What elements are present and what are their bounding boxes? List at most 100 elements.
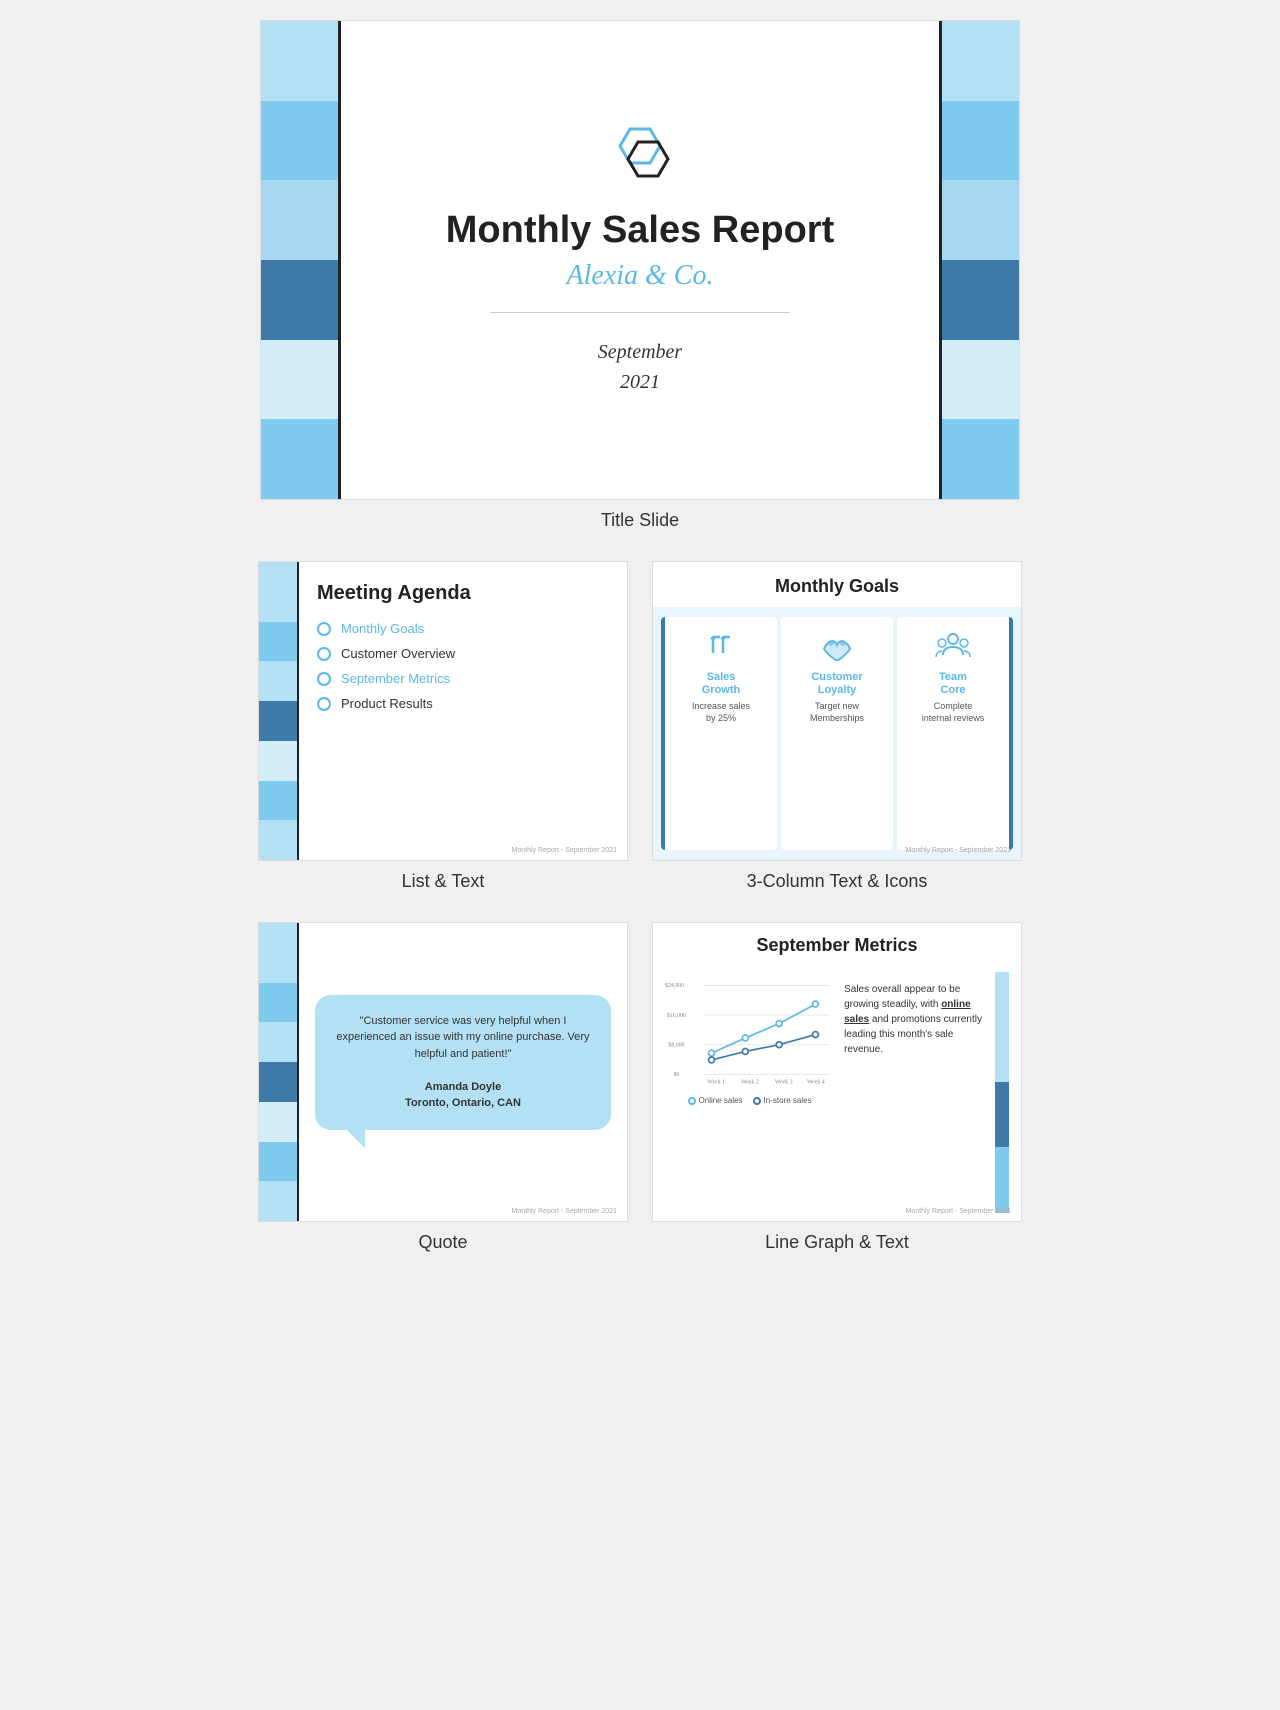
qs-block-7 (259, 1181, 297, 1221)
svg-text:Week 2: Week 2 (741, 1080, 759, 1086)
row-3: "Customer service was very helpful when … (258, 922, 1022, 1253)
agenda-circle-3 (317, 672, 331, 686)
strip-r-block-5 (942, 340, 1019, 420)
agenda-circle-2 (317, 647, 331, 661)
logo-icon (600, 124, 680, 189)
strip-block-3 (261, 180, 338, 260)
metrics-text-area: Sales overall appear to be growing stead… (844, 972, 985, 1213)
legend-instore: In-store sales (753, 1096, 812, 1105)
metrics-title: September Metrics (663, 935, 1011, 956)
date-line1: September (598, 341, 682, 363)
agenda-label: List & Text (402, 871, 485, 892)
goals-title: Monthly Goals (663, 576, 1011, 597)
svg-text:Week 4: Week 4 (807, 1080, 825, 1086)
strip-r-block-4 (942, 260, 1019, 340)
svg-text:$8,000: $8,000 (668, 1041, 684, 1048)
agenda-text-2: Customer Overview (341, 646, 455, 661)
legend-dot-instore (753, 1097, 761, 1105)
quote-label: Quote (418, 1232, 467, 1253)
agenda-text-4: Product Results (341, 696, 433, 711)
agenda-text-3: September Metrics (341, 671, 450, 686)
as-block-5 (259, 741, 297, 781)
agenda-item-2: Customer Overview (317, 646, 609, 661)
row-2: Meeting Agenda Monthly Goals Customer Ov… (258, 561, 1022, 892)
qs-block-1 (259, 923, 297, 983)
loyalty-desc: Target newMemberships (810, 701, 864, 724)
agenda-slide-wrapper: Meeting Agenda Monthly Goals Customer Ov… (258, 561, 628, 892)
agenda-title: Meeting Agenda (317, 582, 609, 605)
title-slide: Monthly Sales Report Alexia & Co. Septem… (260, 20, 1020, 500)
loyalty-name: CustomerLoyalty (811, 671, 862, 697)
svg-text:$0: $0 (673, 1071, 679, 1078)
quote-content: "Customer service was very helpful when … (299, 923, 627, 1221)
agenda-left-strip (259, 562, 299, 860)
title-divider (490, 312, 790, 313)
strip-block-2 (261, 101, 338, 181)
goal-team: TeamCore Completeinternal reviews (897, 617, 1013, 850)
agenda-item-1: Monthly Goals (317, 621, 609, 636)
agenda-item-3: September Metrics (317, 671, 609, 686)
as-block-3 (259, 661, 297, 701)
subtitle: Alexia & Co. (567, 260, 714, 292)
page-wrapper: Monthly Sales Report Alexia & Co. Septem… (0, 0, 1280, 1273)
mra-block-2 (995, 1082, 1009, 1148)
agenda-content: Meeting Agenda Monthly Goals Customer Ov… (299, 562, 627, 860)
title-slide-label: Title Slide (601, 510, 679, 531)
agenda-footer: Monthly Report - September 2021 (512, 847, 617, 854)
quote-location: Toronto, Ontario, CAN (335, 1095, 591, 1112)
strip-block-5 (261, 340, 338, 420)
metrics-body: $24,000 $16,000 $8,000 $0 Week 1 Week 2 (653, 964, 1021, 1221)
qs-block-6 (259, 1142, 297, 1182)
goals-columns: SalesGrowth Increase salesby 25% (653, 607, 1021, 860)
strip-r-block-6 (942, 419, 1019, 499)
team-name: TeamCore (939, 671, 967, 697)
quote-text: "Customer service was very helpful when … (336, 1015, 589, 1060)
qs-block-4 (259, 1062, 297, 1102)
loyalty-icon (820, 627, 854, 663)
date-line2: 2021 (620, 371, 660, 393)
metrics-slide-wrapper: September Metrics $24,000 $16,000 $8,000… (652, 922, 1022, 1253)
quote-author: Amanda Doyle (335, 1079, 591, 1096)
strip-block-4 (261, 260, 338, 340)
main-title: Monthly Sales Report (446, 209, 835, 252)
as-block-2 (259, 622, 297, 662)
agenda-circle-1 (317, 622, 331, 636)
title-center: Monthly Sales Report Alexia & Co. Septem… (341, 21, 939, 499)
goals-header: Monthly Goals (653, 562, 1021, 607)
quote-slide-wrapper: "Customer service was very helpful when … (258, 922, 628, 1253)
quote-footer: Monthly Report - September 2021 (512, 1208, 617, 1215)
metrics-label: Line Graph & Text (765, 1232, 909, 1253)
title-date: September 2021 (598, 337, 682, 397)
sales-desc: Increase salesby 25% (692, 701, 750, 724)
agenda-text-1: Monthly Goals (341, 621, 424, 636)
legend-dot-online (688, 1097, 696, 1105)
quote-slide: "Customer service was very helpful when … (258, 922, 628, 1222)
svg-text:$16,000: $16,000 (667, 1012, 686, 1019)
as-block-6 (259, 781, 297, 821)
as-block-1 (259, 562, 297, 622)
strip-r-block-1 (942, 21, 1019, 101)
metrics-slide: September Metrics $24,000 $16,000 $8,000… (652, 922, 1022, 1222)
mra-block-1 (995, 972, 1009, 1082)
strip-block-1 (261, 21, 338, 101)
qs-block-2 (259, 983, 297, 1023)
sales-name: SalesGrowth (702, 671, 741, 697)
strip-r-block-3 (942, 180, 1019, 260)
legend-online-label: Online sales (699, 1096, 743, 1105)
goals-footer: Monthly Report - September 2021 (906, 847, 1011, 854)
goal-sales: SalesGrowth Increase salesby 25% (661, 617, 777, 850)
legend-online: Online sales (688, 1096, 743, 1105)
agenda-circle-4 (317, 697, 331, 711)
chart-legend: Online sales In-store sales (665, 1096, 834, 1105)
sales-icon (705, 627, 737, 663)
right-strip (939, 21, 1019, 499)
svg-text:Week 3: Week 3 (775, 1080, 793, 1086)
team-desc: Completeinternal reviews (922, 701, 985, 724)
strip-r-block-2 (942, 101, 1019, 181)
qs-block-3 (259, 1022, 297, 1062)
agenda-item-4: Product Results (317, 696, 609, 711)
goals-slide: Monthly Goals (652, 561, 1022, 861)
goals-label: 3-Column Text & Icons (747, 871, 928, 892)
metrics-chart-area: $24,000 $16,000 $8,000 $0 Week 1 Week 2 (665, 972, 834, 1213)
agenda-slide: Meeting Agenda Monthly Goals Customer Ov… (258, 561, 628, 861)
